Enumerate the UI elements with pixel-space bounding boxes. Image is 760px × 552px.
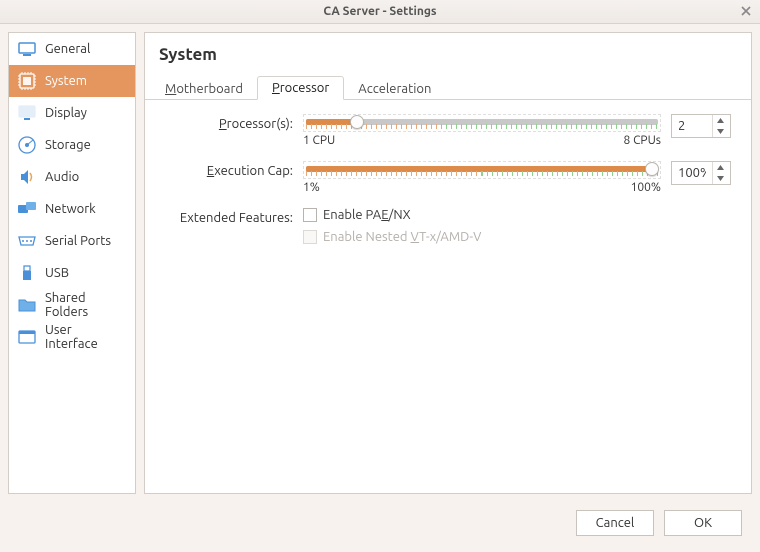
features-label: Extended Features: xyxy=(165,208,293,225)
sidebar-item-label: System xyxy=(45,74,87,88)
sidebar-item-display[interactable]: Display xyxy=(9,97,135,129)
sidebar-item-label: Network xyxy=(45,202,96,216)
usb-icon xyxy=(17,263,37,283)
sidebar-item-storage[interactable]: Storage xyxy=(9,129,135,161)
execcap-slider[interactable] xyxy=(303,161,661,179)
audio-icon xyxy=(17,167,37,187)
sidebar-item-system[interactable]: System xyxy=(9,65,135,97)
processor-value[interactable] xyxy=(672,115,712,137)
sidebar-item-label: Audio xyxy=(45,170,79,184)
sidebar-item-label: Storage xyxy=(45,138,91,152)
processor-max: 8 CPUs xyxy=(624,134,661,147)
execcap-spin[interactable] xyxy=(671,161,731,185)
processor-min: 1 CPU xyxy=(303,134,335,147)
sidebar-item-serial[interactable]: Serial Ports xyxy=(9,225,135,257)
processor-slider[interactable] xyxy=(303,114,661,132)
tab-motherboard[interactable]: Motherboard xyxy=(151,78,257,100)
checkbox-icon xyxy=(303,230,317,244)
ok-button[interactable]: OK xyxy=(664,510,742,536)
slider-thumb[interactable] xyxy=(350,115,364,129)
processor-spin[interactable] xyxy=(671,114,731,138)
display-icon xyxy=(17,103,37,123)
tabs: Motherboard Processor Acceleration xyxy=(145,72,751,100)
execcap-value[interactable] xyxy=(672,162,712,184)
execcap-slider-labels: 1% 100% xyxy=(303,181,661,194)
sidebar-item-label: USB xyxy=(45,266,69,280)
execcap-slider-col: 1% 100% xyxy=(303,161,661,194)
cancel-button[interactable]: Cancel xyxy=(576,510,654,536)
processor-row: Processor(s): 1 CPU 8 CPUs xyxy=(165,114,731,147)
dialog-body: General System Display Storage Audio xyxy=(0,24,760,502)
checkbox-icon[interactable] xyxy=(303,208,317,222)
sidebar-item-general[interactable]: General xyxy=(9,33,135,65)
execcap-label: Execution Cap: xyxy=(165,161,293,178)
dialog-footer: Cancel OK xyxy=(0,502,760,544)
spin-down-icon[interactable] xyxy=(713,173,728,184)
storage-icon xyxy=(17,135,37,155)
spin-up-icon[interactable] xyxy=(713,115,728,126)
checkbox-pae[interactable]: Enable PAE/NX xyxy=(303,208,731,222)
features-row: Extended Features: Enable PAE/NX Enable … xyxy=(165,208,731,252)
system-icon xyxy=(17,71,37,91)
sidebar-item-network[interactable]: Network xyxy=(9,193,135,225)
titlebar: CA Server - Settings xyxy=(0,0,760,24)
close-icon[interactable] xyxy=(738,3,754,19)
checkbox-nested: Enable Nested VT-x/AMD-V xyxy=(303,230,731,244)
execcap-row: Execution Cap: 1% 100% xyxy=(165,161,731,194)
sidebar-item-label: Serial Ports xyxy=(45,234,111,248)
sidebar-item-label: Display xyxy=(45,106,87,120)
sidebar-item-shared[interactable]: Shared Folders xyxy=(9,289,135,321)
general-icon xyxy=(17,39,37,59)
execcap-min: 1% xyxy=(303,181,320,194)
window-title: CA Server - Settings xyxy=(323,5,436,18)
tab-acceleration[interactable]: Acceleration xyxy=(344,78,445,100)
sidebar-item-label: General xyxy=(45,42,90,56)
spin-down-icon[interactable] xyxy=(713,126,728,137)
sidebar-item-audio[interactable]: Audio xyxy=(9,161,135,193)
sidebar: General System Display Storage Audio xyxy=(8,32,136,494)
slider-thumb[interactable] xyxy=(645,162,659,176)
processor-slider-labels: 1 CPU 8 CPUs xyxy=(303,134,661,147)
processor-slider-col: 1 CPU 8 CPUs xyxy=(303,114,661,147)
ui-icon xyxy=(17,327,37,347)
main-panel: System Motherboard Processor Acceleratio… xyxy=(144,32,752,494)
tab-content: Processor(s): 1 CPU 8 CPUs xyxy=(145,100,751,280)
sidebar-item-label: Shared Folders xyxy=(45,291,127,319)
nested-label: Enable Nested VT-x/AMD-V xyxy=(323,230,481,244)
folder-icon xyxy=(17,295,37,315)
pae-label: Enable PAE/NX xyxy=(323,208,411,222)
processor-label: Processor(s): xyxy=(165,114,293,131)
page-title: System xyxy=(145,33,751,72)
execcap-max: 100% xyxy=(631,181,661,194)
network-icon xyxy=(17,199,37,219)
spin-up-icon[interactable] xyxy=(713,162,728,173)
serial-icon xyxy=(17,231,37,251)
sidebar-item-label: User Interface xyxy=(45,323,127,351)
sidebar-item-usb[interactable]: USB xyxy=(9,257,135,289)
sidebar-item-ui[interactable]: User Interface xyxy=(9,321,135,353)
tab-processor[interactable]: Processor xyxy=(257,76,344,100)
